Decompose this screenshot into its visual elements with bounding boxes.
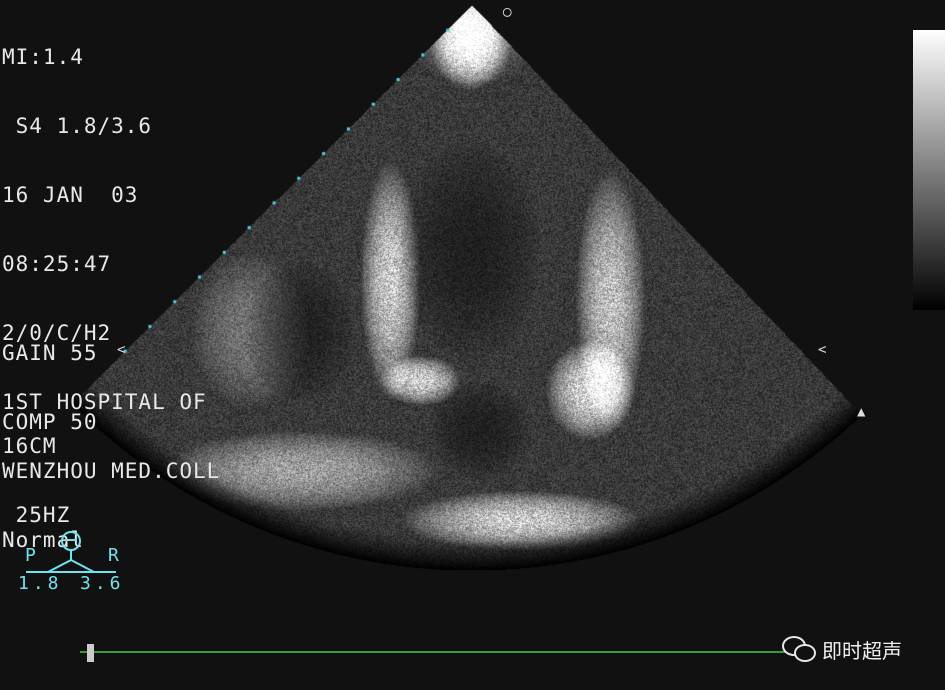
transducer-info: S4 1.8/3.6 — [2, 114, 153, 138]
edge-marker-icon: ▲ — [857, 404, 866, 420]
grayscale-bar — [913, 30, 945, 310]
watermark-text: 即时超声 — [822, 638, 902, 663]
left-depth-marker-icon: < — [117, 342, 126, 358]
watermark: 即时超声 — [782, 634, 902, 664]
probe-right-value: 3.6 — [80, 573, 125, 594]
depth-settings: 16CM 25HZ — [2, 389, 70, 550]
depth-value: 16CM — [2, 434, 57, 458]
probe-left-label: P — [25, 545, 36, 566]
wechat-icon — [782, 636, 816, 662]
right-depth-marker-icon: < — [818, 342, 827, 358]
exam-time: 08:25:47 — [2, 252, 112, 276]
cine-cursor[interactable] — [87, 644, 94, 662]
mechanical-index: MI:1.4 — [2, 45, 84, 69]
frame-rate-value: 25HZ — [2, 503, 71, 527]
probe-left-value: 1.8 — [18, 573, 63, 594]
probe-right-label: R — [108, 545, 119, 566]
focus-origin-icon: ◯ — [503, 4, 512, 20]
gain-value: GAIN 55 — [2, 341, 98, 365]
cine-timeline[interactable] — [80, 651, 790, 653]
exam-date: 16 JAN 03 — [2, 183, 139, 207]
